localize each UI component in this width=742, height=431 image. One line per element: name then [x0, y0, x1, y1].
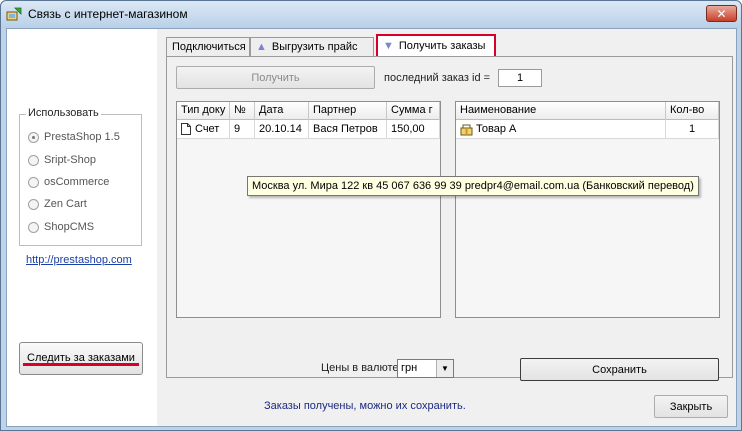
cell-date: 20.10.14 [255, 120, 309, 138]
cell-item-name: Товар А [456, 120, 666, 138]
order-tooltip: Москва ул. Мира 122 кв 45 067 636 99 39 … [247, 176, 699, 196]
window-close-button[interactable]: ✕ [706, 5, 737, 22]
tab-label: Выгрузить прайс [271, 41, 358, 53]
product-icon [460, 124, 473, 135]
save-button[interactable]: Сохранить [520, 358, 719, 381]
items-grid-header: Наименование Кол-во [456, 102, 719, 120]
radio-button[interactable] [28, 131, 39, 143]
column-header[interactable]: Тип доку [177, 102, 230, 120]
left-panel: Использовать PrestaShop 1.5 Sript-Shop o… [7, 29, 157, 426]
platform-group-title: Использовать [26, 107, 101, 119]
column-header[interactable]: Кол-во [666, 102, 719, 120]
radio-label: Zen Cart [44, 198, 87, 210]
highlight-underline [23, 363, 139, 366]
close-button-label: Закрыть [669, 400, 713, 413]
close-button[interactable]: Закрыть [654, 395, 728, 418]
last-order-id-field[interactable]: 1 [498, 69, 542, 87]
client-area: Использовать PrestaShop 1.5 Sript-Shop o… [6, 28, 737, 427]
get-button-label: Получить [251, 71, 300, 84]
close-icon: ✕ [716, 6, 727, 21]
radio-oscommerce[interactable]: osCommerce [28, 174, 109, 190]
column-header[interactable]: Партнер [309, 102, 387, 120]
table-row[interactable]: Счет 9 20.10.14 Вася Петров 150,00 [177, 120, 440, 139]
currency-value: грн [401, 362, 418, 374]
tab-connect[interactable]: Подключиться [166, 37, 250, 56]
tab-get-orders[interactable]: ▼ Получить заказы [376, 34, 496, 56]
follow-orders-label: Следить за заказами [27, 351, 135, 364]
column-header[interactable]: Сумма г [387, 102, 440, 120]
cell-partner: Вася Петров [309, 120, 387, 138]
cell-item-qty: 1 [666, 120, 719, 138]
table-row[interactable]: Товар А 1 [456, 120, 719, 139]
radio-button[interactable] [28, 154, 39, 166]
orders-grid[interactable]: Тип доку № Дата Партнер Сумма г Счет 9 2… [176, 101, 441, 318]
radio-sript-shop[interactable]: Sript-Shop [28, 152, 96, 168]
arrow-down-icon: ▼ [383, 40, 394, 52]
chevron-down-icon[interactable]: ▼ [436, 360, 453, 377]
save-button-label: Сохранить [592, 363, 647, 376]
cell-type-text: Счет [195, 123, 220, 135]
radio-label: PrestaShop 1.5 [44, 131, 120, 143]
platform-group: Использовать PrestaShop 1.5 Sript-Shop o… [19, 107, 142, 246]
platform-link[interactable]: http://prestashop.com [26, 254, 132, 266]
right-panel: Подключиться ▲ Выгрузить прайс ▼ Получит… [157, 29, 736, 426]
cell-number: 9 [230, 120, 255, 138]
radio-label: Sript-Shop [44, 154, 96, 166]
radio-button[interactable] [28, 198, 39, 210]
get-orders-page: Получить последний заказ id = 1 Тип доку… [166, 56, 733, 381]
status-text: Заказы получены, можно их сохранить. [264, 400, 466, 412]
radio-button[interactable] [28, 176, 39, 188]
cell-type: Счет [177, 120, 230, 138]
title-bar[interactable]: Связь с интернет-магазином ✕ [1, 1, 741, 28]
tab-label: Подключиться [172, 41, 246, 53]
radio-prestashop[interactable]: PrestaShop 1.5 [28, 129, 120, 145]
radio-button[interactable] [28, 221, 39, 233]
window-title: Связь с интернет-магазином [28, 7, 188, 21]
app-icon [6, 7, 22, 21]
radio-shopcms[interactable]: ShopCMS [28, 219, 94, 235]
radio-zen-cart[interactable]: Zen Cart [28, 196, 87, 212]
last-order-id-value: 1 [516, 72, 524, 84]
last-order-label: последний заказ id = [384, 72, 491, 84]
app-window: Связь с интернет-магазином ✕ Использоват… [0, 0, 742, 431]
column-header[interactable]: № [230, 102, 255, 120]
radio-label: ShopCMS [44, 221, 95, 233]
currency-select[interactable]: грн ▼ [397, 359, 454, 378]
tab-upload-price[interactable]: ▲ Выгрузить прайс [250, 37, 374, 56]
document-icon [181, 123, 191, 135]
column-header[interactable]: Дата [255, 102, 309, 120]
arrow-up-icon: ▲ [256, 41, 267, 53]
currency-label: Цены в валюте [321, 362, 399, 374]
tab-label: Получить заказы [398, 40, 486, 52]
cell-sum: 150,00 [387, 120, 440, 138]
get-button[interactable]: Получить [176, 66, 375, 89]
cell-item-name-text: Товар А [476, 123, 517, 135]
radio-label: osCommerce [44, 176, 110, 188]
follow-orders-button[interactable]: Следить за заказами [19, 342, 143, 375]
orders-grid-header: Тип доку № Дата Партнер Сумма г [177, 102, 440, 120]
column-header[interactable]: Наименование [456, 102, 666, 120]
items-grid[interactable]: Наименование Кол-во Товар А 1 [455, 101, 720, 318]
